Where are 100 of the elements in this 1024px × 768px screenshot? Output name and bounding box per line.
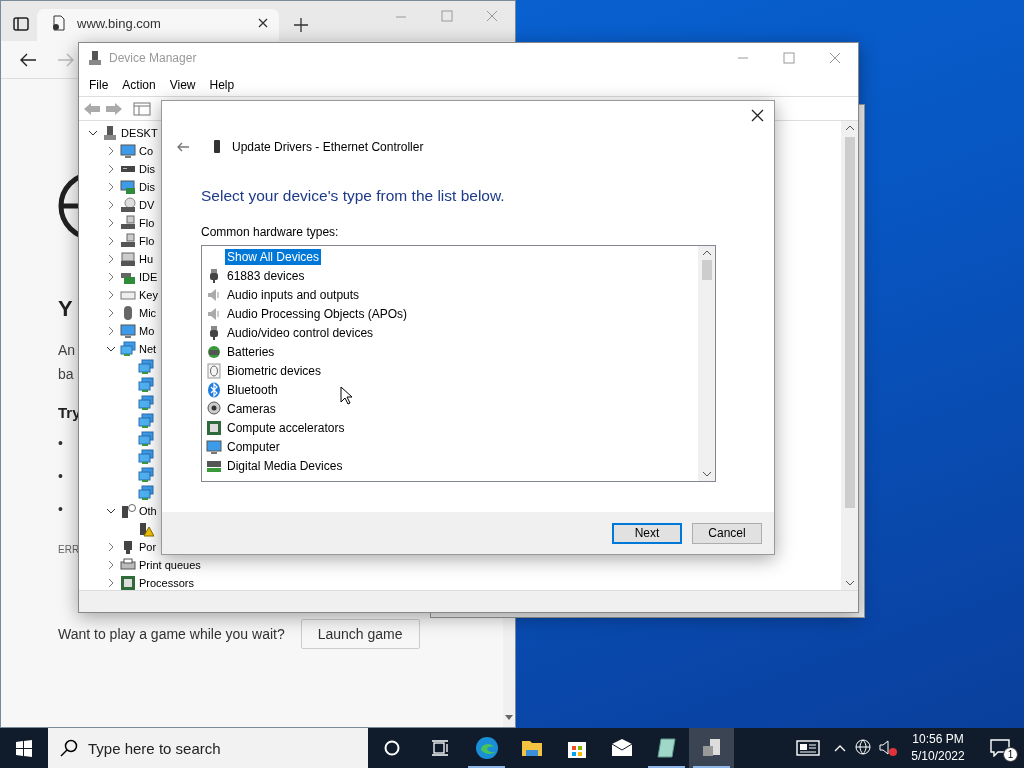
list-item[interactable]: Biometric devices — [225, 362, 324, 379]
tree-item[interactable]: Flo — [139, 217, 155, 229]
mouse-cursor-icon — [340, 386, 353, 405]
battery-icon — [206, 343, 222, 360]
forward-arrow-icon[interactable] — [105, 101, 123, 116]
scrollbar-thumb[interactable] — [701, 260, 712, 280]
close-icon[interactable] — [257, 17, 269, 29]
tree-item[interactable]: Flo — [139, 235, 155, 247]
list-item[interactable]: Show All Devices — [225, 248, 322, 265]
dialog-button[interactable]: Cancel — [692, 522, 762, 544]
circle-icon — [384, 740, 400, 756]
tree-item[interactable]: Oth — [139, 505, 157, 517]
tree-item[interactable]: DESKT — [121, 127, 158, 139]
tab-title: www.bing.com — [77, 15, 162, 31]
dialog-heading: Select your device's type from the list below. — [201, 187, 506, 205]
printer-icon — [120, 557, 136, 573]
expander[interactable] — [87, 128, 99, 138]
fingerprint-icon — [206, 362, 222, 379]
list-item[interactable]: Audio inputs and outputs — [225, 286, 362, 303]
page-heading: Y — [58, 296, 73, 322]
dialog-button[interactable]: Next — [612, 522, 682, 544]
monitor-icon — [120, 143, 136, 159]
tree-item[interactable]: Processors — [139, 577, 195, 589]
bullet-mark: • — [58, 468, 63, 486]
search-field[interactable]: Type here to search — [48, 728, 368, 768]
list-item[interactable]: Computer — [225, 438, 282, 455]
edge-browser-icon — [474, 736, 499, 760]
input-device-icon — [120, 251, 136, 267]
list-item[interactable]: Batteries — [225, 343, 277, 360]
chevron-up-icon — [834, 744, 846, 752]
scrollbar[interactable] — [841, 121, 858, 590]
tree-item[interactable]: Co — [139, 145, 154, 157]
tree-item[interactable]: Key — [139, 289, 158, 301]
properties-icon[interactable] — [133, 101, 151, 116]
bluetooth-icon — [206, 381, 222, 398]
tree-item[interactable]: Print queues — [139, 559, 201, 571]
list-item[interactable]: 61883 devices — [225, 267, 307, 284]
close-icon — [829, 52, 841, 64]
sidebar-icon[interactable] — [13, 16, 29, 32]
list-item[interactable]: Digital Media Devices — [225, 457, 345, 474]
chevron-down-icon — [106, 344, 116, 354]
network-adapter-icon — [138, 359, 154, 375]
network-adapter-icon — [138, 467, 154, 483]
scrollbar[interactable] — [698, 246, 715, 481]
tree-item[interactable]: Hu — [139, 253, 154, 265]
network-adapter-icon — [138, 377, 154, 393]
maximize-icon — [783, 52, 795, 64]
scroll-up-icon — [844, 125, 855, 131]
search-icon — [60, 739, 78, 757]
bullet-mark: • — [58, 501, 63, 519]
tree-item[interactable]: Net — [139, 343, 157, 355]
notification-count: 1 — [1003, 747, 1018, 762]
tree-item[interactable]: IDE — [139, 271, 158, 283]
page-error-icon — [51, 15, 67, 31]
list-item[interactable]: Cameras — [225, 400, 278, 417]
speaker-icon — [206, 286, 222, 303]
list-item[interactable]: Audio/video control devices — [225, 324, 376, 341]
taskbar-app-button[interactable] — [689, 728, 734, 768]
tree-item[interactable]: Dis — [139, 181, 155, 193]
speaker-icon — [206, 305, 222, 322]
browser-tab[interactable]: www.bing.com — [37, 9, 279, 41]
clock-date: 5/10/2022 — [911, 748, 965, 765]
notepad-icon — [654, 736, 679, 760]
network-adapter-icon — [138, 395, 154, 411]
menu-item[interactable]: Help — [203, 75, 241, 94]
notification-button[interactable]: 1 — [976, 728, 1024, 768]
chevron-down-icon — [88, 128, 98, 138]
tree-item[interactable]: Mic — [139, 307, 157, 319]
dialog-title: Update Drivers - Ethernet Controller — [232, 140, 424, 154]
scroll-down-icon — [701, 471, 712, 477]
tree-item[interactable]: Por — [139, 541, 157, 553]
tree-item[interactable]: Dis — [139, 163, 155, 175]
menu-item[interactable]: Action — [116, 75, 162, 94]
newspaper-icon — [796, 739, 820, 757]
menu-item[interactable]: File — [83, 75, 115, 94]
list-item[interactable]: Audio Processing Objects (APOs) — [225, 305, 410, 322]
list-label: Common hardware types: — [201, 225, 340, 239]
list-item[interactable]: Compute accelerators — [225, 419, 347, 436]
expander[interactable] — [105, 506, 117, 516]
chip-icon — [120, 575, 136, 591]
monitor-icon — [120, 323, 136, 339]
window-title: Device Manager — [109, 51, 198, 65]
list-item[interactable]: Bluetooth — [225, 381, 280, 398]
menu-item[interactable]: View — [163, 75, 202, 94]
scroll-down-icon — [844, 580, 855, 586]
muted-speaker-icon — [879, 739, 897, 757]
scrollbar-thumb[interactable] — [844, 137, 855, 508]
computer-tower-icon — [87, 50, 103, 66]
tree-item[interactable]: DV — [139, 199, 155, 211]
plus-icon[interactable] — [293, 17, 309, 33]
expander[interactable] — [105, 344, 117, 354]
launch-game-button[interactable]: Launch game — [300, 619, 420, 649]
chip-icon — [206, 419, 222, 436]
tree-item[interactable]: Mo — [139, 325, 155, 337]
close-icon[interactable] — [751, 109, 764, 122]
clock[interactable]: 10:56 PM 5/10/2022 — [900, 731, 976, 765]
windows-logo-icon — [15, 739, 33, 757]
camera-icon — [206, 400, 222, 417]
computer-tower-icon — [102, 125, 118, 141]
network-adapter-icon — [138, 413, 154, 429]
